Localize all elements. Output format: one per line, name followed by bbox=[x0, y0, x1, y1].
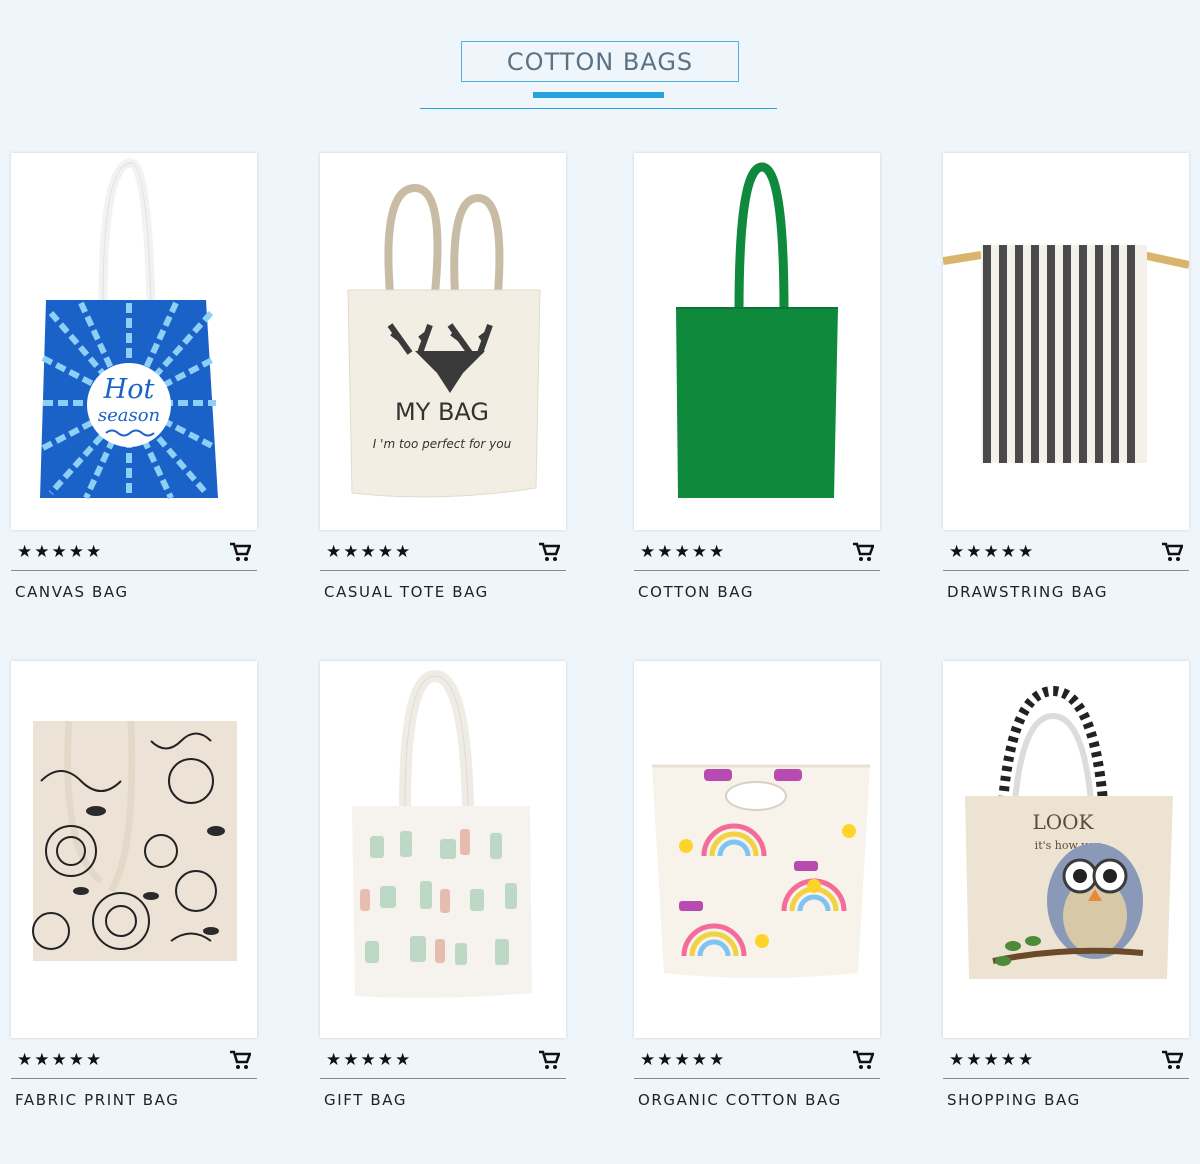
product-image[interactable] bbox=[11, 661, 257, 1038]
cart-icon[interactable] bbox=[1161, 1050, 1183, 1070]
product-name[interactable]: CANVAS BAG bbox=[11, 583, 257, 601]
product-name[interactable]: SHOPPING BAG bbox=[943, 1091, 1189, 1109]
cart-icon[interactable] bbox=[538, 1050, 560, 1070]
star-rating: ★★★★★ bbox=[640, 542, 727, 562]
product-image[interactable] bbox=[634, 661, 880, 1038]
product-name[interactable]: ORGANIC COTTON BAG bbox=[634, 1091, 880, 1109]
product-card-organic-cotton-bag[interactable]: ★★★★★ ORGANIC COTTON BAG bbox=[634, 661, 880, 1109]
product-card-gift-bag[interactable]: ★★★★★ GIFT BAG bbox=[320, 661, 566, 1109]
product-card-shopping-bag[interactable]: LOOK it's how you ★★★★★ SHOPPING BAG bbox=[943, 661, 1189, 1109]
product-card-casual-tote-bag[interactable]: MY BAG I 'm too perfect for you ★★★★★ CA… bbox=[320, 153, 566, 601]
product-name[interactable]: DRAWSTRING BAG bbox=[943, 583, 1189, 601]
cart-icon[interactable] bbox=[1161, 542, 1183, 562]
title-accent-bar bbox=[533, 92, 664, 98]
product-image[interactable]: Hot season bbox=[11, 153, 257, 530]
print-text-season: season bbox=[98, 405, 160, 426]
product-card-fabric-print-bag[interactable]: ★★★★★ FABRIC PRINT BAG bbox=[11, 661, 257, 1109]
product-image[interactable] bbox=[320, 661, 566, 1038]
product-card-canvas-bag[interactable]: Hot season ★★★★★ CANVAS BAG bbox=[11, 153, 257, 601]
product-name[interactable]: COTTON BAG bbox=[634, 583, 880, 601]
cart-icon[interactable] bbox=[852, 1050, 874, 1070]
title-underline bbox=[420, 108, 777, 109]
product-image[interactable] bbox=[634, 153, 880, 530]
product-image[interactable] bbox=[943, 153, 1189, 530]
cart-icon[interactable] bbox=[538, 542, 560, 562]
cart-icon[interactable] bbox=[852, 542, 874, 562]
product-name[interactable]: GIFT BAG bbox=[320, 1091, 566, 1109]
section-title: COTTON BAGS bbox=[461, 41, 739, 82]
product-card-cotton-bag[interactable]: ★★★★★ COTTON BAG bbox=[634, 153, 880, 601]
product-image[interactable]: MY BAG I 'm too perfect for you bbox=[320, 153, 566, 530]
product-card-drawstring-bag[interactable]: ★★★★★ DRAWSTRING BAG bbox=[943, 153, 1189, 601]
print-text-hot: Hot bbox=[103, 374, 155, 405]
cart-icon[interactable] bbox=[229, 1050, 251, 1070]
section-title-text: COTTON BAGS bbox=[506, 47, 694, 76]
product-name[interactable]: FABRIC PRINT BAG bbox=[11, 1091, 257, 1109]
product-image[interactable]: LOOK it's how you bbox=[943, 661, 1189, 1038]
star-rating: ★★★★★ bbox=[326, 1050, 413, 1070]
star-rating: ★★★★★ bbox=[949, 1050, 1036, 1070]
star-rating: ★★★★★ bbox=[17, 1050, 104, 1070]
cart-icon[interactable] bbox=[229, 542, 251, 562]
star-rating: ★★★★★ bbox=[949, 542, 1036, 562]
star-rating: ★★★★★ bbox=[17, 542, 104, 562]
print-text-tagline: I 'm too perfect for you bbox=[373, 437, 512, 451]
product-name[interactable]: CASUAL TOTE BAG bbox=[320, 583, 566, 601]
star-rating: ★★★★★ bbox=[326, 542, 413, 562]
star-rating: ★★★★★ bbox=[640, 1050, 727, 1070]
print-text-look: LOOK bbox=[1032, 810, 1094, 834]
print-text-mybag: MY BAG bbox=[395, 398, 489, 426]
